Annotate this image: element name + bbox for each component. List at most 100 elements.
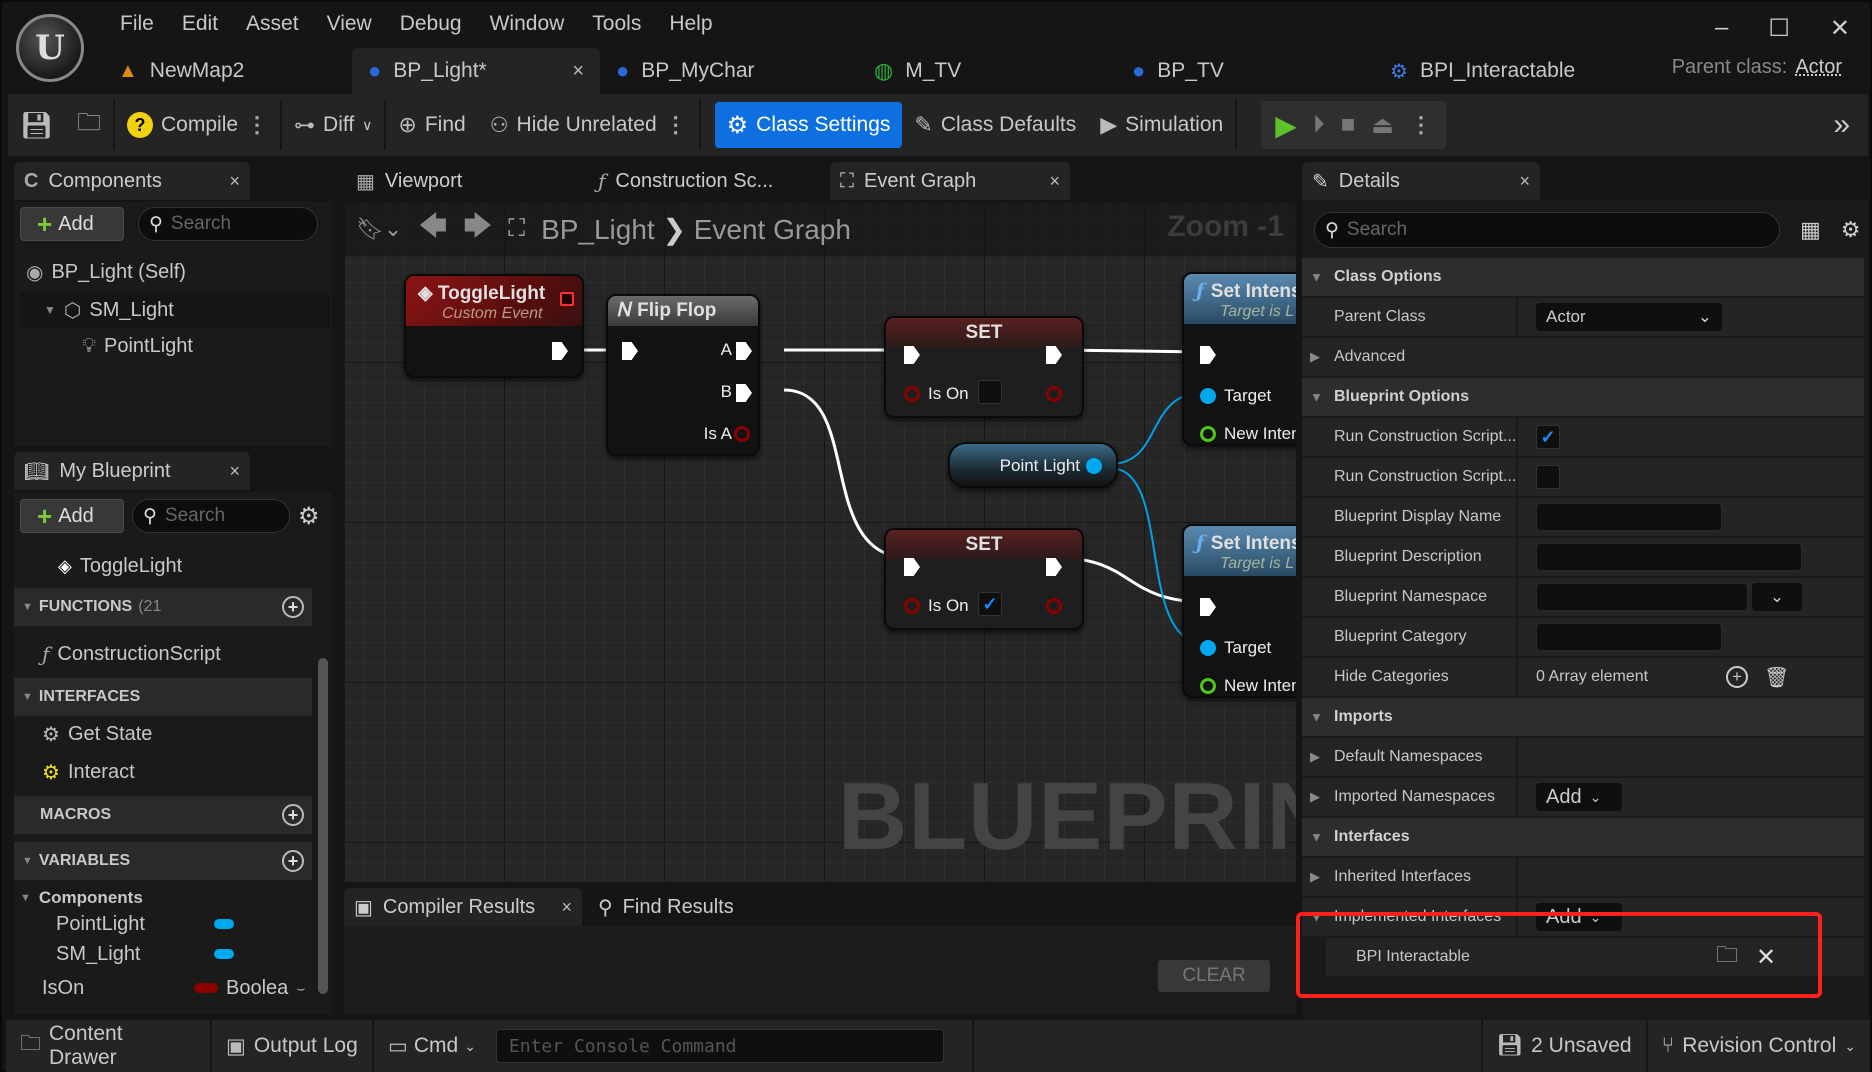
variable-item[interactable]: IsOn Boolea ⌣ — [42, 974, 312, 1002]
minimize-button[interactable]: – — [1715, 14, 1728, 43]
simulation-button[interactable]: ▶ Simulation — [1088, 102, 1235, 148]
menu-window[interactable]: Window — [476, 10, 579, 38]
settings-gear-icon[interactable]: ⚙ — [298, 502, 320, 531]
close-tab-icon[interactable]: × — [561, 897, 572, 918]
forward-arrow-icon[interactable]: 🡆 — [463, 205, 492, 253]
expand-triangle-icon[interactable]: ▶ — [1310, 789, 1320, 805]
menu-tools[interactable]: Tools — [578, 10, 655, 38]
menu-asset[interactable]: Asset — [232, 10, 313, 38]
doc-tab-bp-light[interactable]: ● BP_Light* × — [352, 48, 600, 94]
hide-unrelated-button[interactable]: ⚇ Hide Unrelated ⋮ — [478, 102, 699, 148]
exec-output-pin[interactable] — [1046, 558, 1062, 576]
is-on-checkbox[interactable] — [978, 380, 1002, 404]
tab-compiler-results[interactable]: ▣ Compiler Results × — [344, 888, 582, 926]
add-namespace-button[interactable]: Add ⌄ — [1536, 783, 1622, 811]
target-input-pin[interactable] — [1200, 388, 1216, 404]
menu-help[interactable]: Help — [655, 10, 726, 38]
section-imports[interactable]: ▼ Imports — [1302, 698, 1864, 738]
property-inherited-interfaces[interactable]: ▶ Inherited Interfaces — [1302, 858, 1864, 898]
macros-section-header[interactable]: MACROS + — [14, 796, 312, 834]
menu-view[interactable]: View — [313, 10, 386, 38]
event-item-togglelight[interactable]: ◈ ToggleLight — [58, 550, 182, 582]
bool-output-pin[interactable] — [1046, 386, 1062, 402]
checkbox-checked[interactable]: ✓ — [1536, 425, 1560, 449]
component-tree-item[interactable]: ▼ ⬡ SM_Light — [20, 292, 330, 328]
revision-control-button[interactable]: ⑂ Revision Control ⌄ — [1648, 1020, 1870, 1072]
components-tab[interactable]: C Components × — [14, 162, 250, 200]
settings-gear-icon[interactable]: ⚙ — [1841, 217, 1861, 243]
exec-output-pin[interactable] — [1046, 346, 1062, 364]
browse-button[interactable]: 🗀 — [65, 102, 113, 148]
browse-to-asset-icon[interactable]: 🗀 — [1716, 938, 1738, 976]
float-input-pin[interactable] — [1200, 678, 1216, 694]
menu-edit[interactable]: Edit — [168, 10, 232, 38]
tab-event-graph[interactable]: ⛶ Event Graph × — [830, 162, 1070, 200]
add-member-button[interactable]: + Add — [20, 499, 124, 533]
add-component-button[interactable]: + Add — [20, 207, 124, 241]
tab-construction-script[interactable]: ƒ Construction Sc... — [588, 162, 824, 200]
hide-unrelated-options-icon[interactable]: ⋮ — [665, 112, 687, 138]
namespace-input[interactable] — [1536, 583, 1748, 611]
play-icon[interactable]: ▶ — [1275, 109, 1297, 142]
add-interface-button[interactable]: Add ⌄ — [1536, 903, 1622, 931]
tab-find-results[interactable]: ⚲ Find Results — [588, 888, 768, 926]
exec-input-pin[interactable] — [904, 346, 920, 364]
interface-function-item[interactable]: ⚙ Interact — [42, 756, 135, 788]
function-item[interactable]: ƒ ConstructionScript — [42, 638, 221, 670]
event-graph-canvas[interactable]: 🔖︎⌄ 🡄 🡆 ⛶ BP_Light ❯ Event Graph Zoom -1… — [344, 202, 1296, 882]
section-interfaces[interactable]: ▼ Interfaces — [1302, 818, 1864, 858]
is-on-checkbox[interactable]: ✓ — [978, 592, 1002, 616]
node-set-is-on-false[interactable]: SET Is On — [884, 316, 1084, 418]
exec-input-pin[interactable] — [1200, 346, 1216, 364]
play-options-icon[interactable]: ⋮ — [1410, 112, 1432, 138]
variable-item[interactable]: PointLight — [56, 910, 296, 938]
close-my-blueprint-icon[interactable]: × — [229, 461, 240, 482]
stop-icon[interactable]: ■ — [1341, 111, 1356, 139]
exec-output-pin[interactable] — [552, 342, 568, 360]
back-arrow-icon[interactable]: 🡄 — [418, 205, 447, 253]
add-function-icon[interactable]: + — [282, 596, 304, 618]
description-input[interactable] — [1536, 543, 1802, 571]
node-flip-flop[interactable]: 𝑁 Flip Flop A B Is A — [606, 294, 760, 456]
component-tree-item[interactable]: ◉ BP_Light (Self) — [26, 256, 186, 288]
section-blueprint-options[interactable]: ▼ Blueprint Options — [1302, 378, 1864, 418]
namespace-dropdown-button[interactable]: ⌄ — [1752, 583, 1802, 611]
menu-debug[interactable]: Debug — [386, 10, 476, 38]
property-default-namespaces[interactable]: ▶ Default Namespaces — [1302, 738, 1864, 778]
details-search-input[interactable]: ⚲ Search — [1314, 212, 1780, 248]
variables-section-header[interactable]: ▼ VARIABLES + — [14, 842, 312, 880]
delegate-pin-icon[interactable] — [560, 292, 574, 306]
node-point-light-getter[interactable]: Point Light — [948, 442, 1118, 488]
parent-class-dropdown[interactable]: Actor ⌄ — [1536, 303, 1722, 331]
console-command-input[interactable]: Enter Console Command — [495, 1029, 944, 1063]
add-variable-icon[interactable]: + — [282, 850, 304, 872]
save-button[interactable]: 💾︎ — [8, 102, 65, 148]
details-tab[interactable]: ✎ Details × — [1302, 162, 1540, 200]
compile-options-icon[interactable]: ⋮ — [246, 112, 268, 138]
output-log-button[interactable]: ▣ Output Log — [212, 1020, 374, 1072]
close-components-icon[interactable]: × — [229, 171, 240, 192]
compile-button[interactable]: ? Compile ⋮ — [115, 102, 280, 148]
add-element-icon[interactable]: + — [1726, 666, 1748, 688]
doc-tab-bpi-interactable[interactable]: ⚙ BPI_Interactable — [1374, 48, 1634, 94]
parent-class-link[interactable]: Actor — [1795, 56, 1842, 78]
doc-tab-bp-tv[interactable]: ● BP_TV — [1116, 48, 1374, 94]
doc-tab-bp-mychar[interactable]: ● BP_MyChar — [600, 48, 858, 94]
my-blueprint-tab[interactable]: 📖︎ My Blueprint × — [14, 452, 250, 490]
content-drawer-button[interactable]: 🗀 Content Drawer — [6, 1020, 212, 1072]
add-macro-icon[interactable]: + — [282, 804, 304, 826]
node-togglelight-event[interactable]: ◈ ToggleLight Custom Event — [404, 274, 584, 378]
variable-category-components[interactable]: ▼ Components — [20, 884, 143, 912]
float-input-pin[interactable] — [1200, 426, 1216, 442]
class-settings-button[interactable]: ⚙ Class Settings — [714, 102, 903, 148]
diff-button[interactable]: ⊶ Diff ∨ — [282, 102, 384, 148]
collapse-triangle-icon[interactable]: ▼ — [1310, 910, 1323, 925]
maximize-button[interactable]: ☐ — [1768, 14, 1790, 43]
step-icon[interactable]: ⏵ — [1313, 111, 1325, 139]
property-matrix-icon[interactable]: ▦ — [1800, 217, 1821, 243]
exec-input-pin[interactable] — [1200, 598, 1216, 616]
my-blueprint-search-input[interactable]: ⚲ Search — [132, 499, 290, 533]
section-class-options[interactable]: ▼ Class Options — [1302, 258, 1864, 298]
doc-tab-newmap2[interactable]: ▲ NewMap2 — [102, 48, 352, 94]
node-set-is-on-true[interactable]: SET Is On ✓ — [884, 528, 1084, 630]
